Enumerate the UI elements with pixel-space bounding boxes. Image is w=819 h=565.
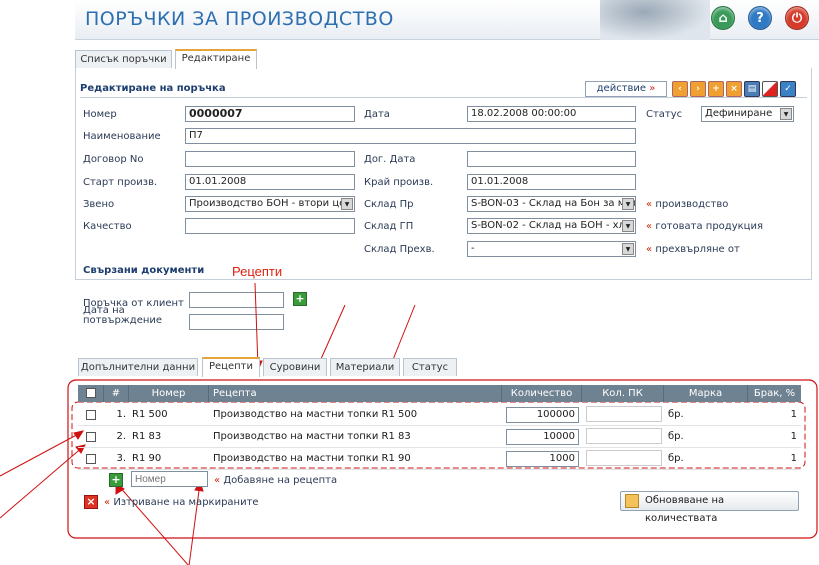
subtab-additional[interactable]: Допълнителни данни bbox=[78, 358, 198, 376]
col-number: # bbox=[104, 385, 129, 402]
row-checkbox[interactable] bbox=[86, 410, 96, 420]
col-code: Номер bbox=[129, 385, 209, 402]
col-recipe: Рецепта bbox=[209, 385, 502, 402]
row-unit: бр. bbox=[668, 409, 684, 420]
row-recipe: Производство на мастни топки R1 500 bbox=[213, 409, 418, 420]
row-qty-pk-input[interactable] bbox=[586, 428, 662, 444]
table-row: 1. R1 500 Производство на мастни топки R… bbox=[78, 404, 801, 426]
table-row: 2. R1 83 Производство на мастни топки R1… bbox=[78, 426, 801, 448]
close-icon: × bbox=[86, 495, 96, 508]
col-quantity: Количество bbox=[502, 385, 582, 402]
row-recipe: Производство на мастни топки R1 90 bbox=[213, 453, 411, 464]
row-code: R1 83 bbox=[132, 431, 162, 442]
row-unit: бр. bbox=[668, 431, 684, 442]
row-quantity-input[interactable]: 10000 bbox=[506, 429, 579, 445]
row-checkbox[interactable] bbox=[86, 454, 96, 464]
add-recipe-button[interactable]: + bbox=[109, 473, 123, 487]
row-quantity-input[interactable]: 1000 bbox=[506, 451, 579, 467]
row-number: 2. bbox=[116, 431, 126, 442]
delete-marked-link[interactable]: « Изтриване на маркираните bbox=[104, 497, 259, 508]
row-checkbox[interactable] bbox=[86, 432, 96, 442]
row-recipe: Производство на мастни топки R1 83 bbox=[213, 431, 411, 442]
row-code: R1 500 bbox=[132, 409, 168, 420]
row-unit: бр. bbox=[668, 453, 684, 464]
col-scrap: Брак, % bbox=[753, 388, 796, 399]
row-scrap: 1 bbox=[790, 409, 797, 420]
row-scrap: 1 bbox=[790, 431, 797, 442]
row-qty-pk-input[interactable] bbox=[586, 406, 662, 422]
calculator-icon bbox=[625, 494, 639, 508]
row-code: R1 90 bbox=[132, 453, 162, 464]
update-quantities-button[interactable]: Обновяване на количествата bbox=[620, 491, 799, 524]
add-recipe-link[interactable]: « Добавяне на рецепта bbox=[214, 475, 337, 486]
col-qty-pk: Кол. ПК bbox=[582, 385, 664, 402]
subtab-materials[interactable]: Материали bbox=[330, 358, 400, 376]
row-scrap: 1 bbox=[790, 453, 797, 464]
new-recipe-code-input[interactable] bbox=[131, 471, 208, 487]
select-all-cell bbox=[78, 385, 104, 402]
subtab-status[interactable]: Статус bbox=[403, 358, 457, 376]
row-qty-pk-input[interactable] bbox=[586, 450, 662, 466]
col-brand: Марка bbox=[664, 385, 748, 402]
subtab-raw-materials[interactable]: Суровини bbox=[263, 358, 327, 376]
select-all-checkbox[interactable] bbox=[86, 388, 96, 398]
grid-header: # Номер Рецепта Количество Кол. ПК Марка… bbox=[78, 385, 801, 402]
delete-marked-button[interactable]: × bbox=[84, 495, 98, 509]
subtab-recipes[interactable]: Рецепти bbox=[202, 357, 260, 377]
table-row: 3. R1 90 Производство на мастни топки R1… bbox=[78, 448, 801, 470]
plus-icon: + bbox=[111, 473, 121, 486]
row-quantity-input[interactable]: 100000 bbox=[506, 407, 579, 423]
row-number: 3. bbox=[116, 453, 126, 464]
row-number: 1. bbox=[116, 409, 126, 420]
